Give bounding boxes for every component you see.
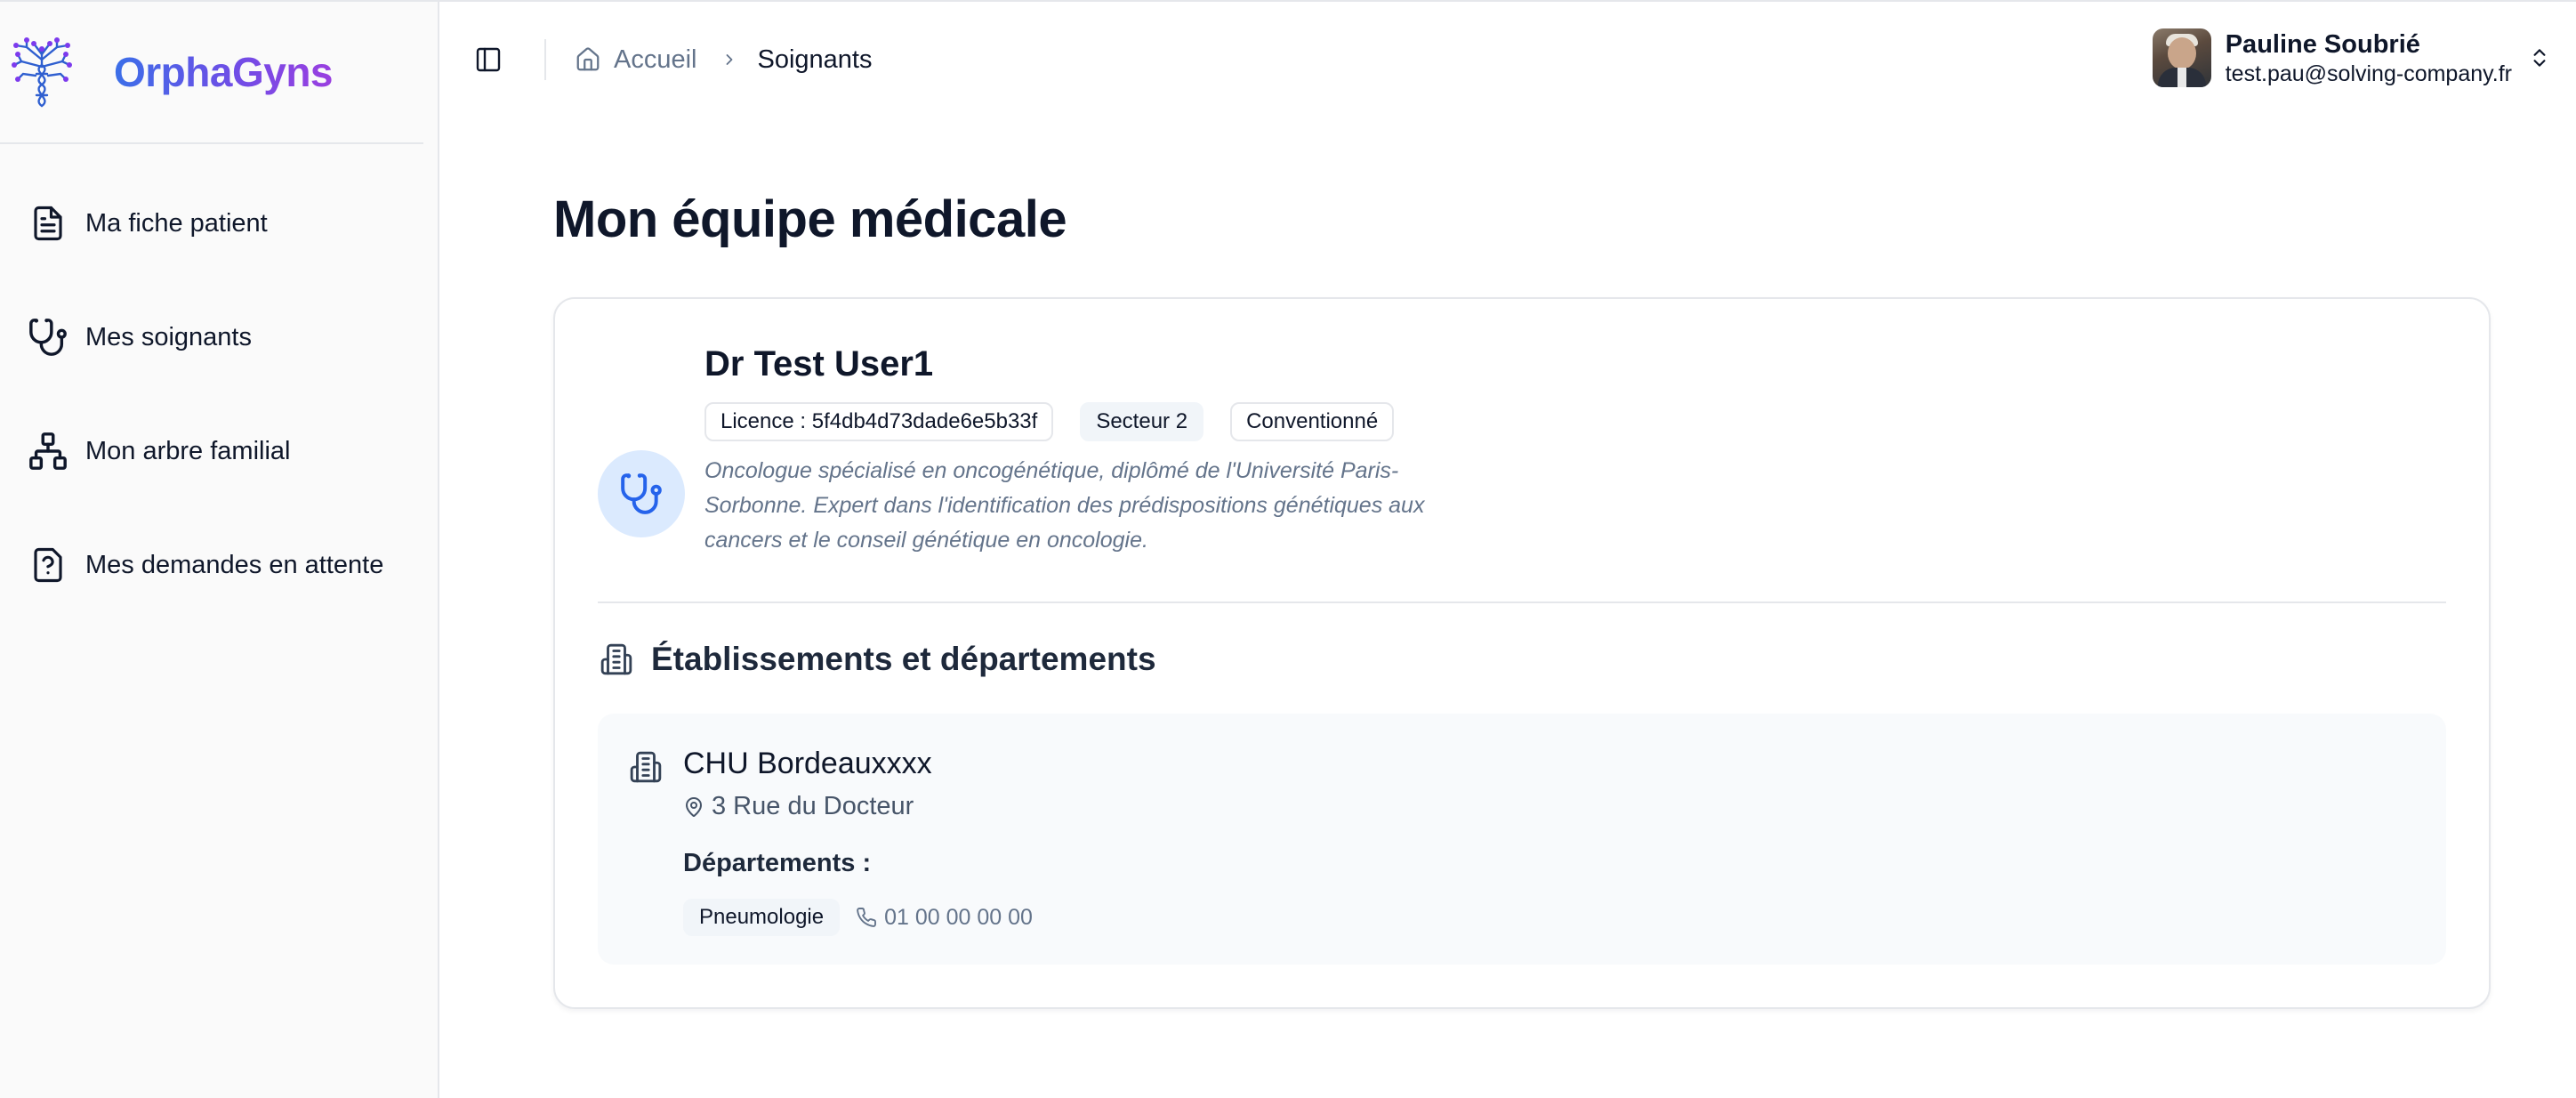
user-menu[interactable]: Pauline Soubrié test.pau@solving-company…: [2152, 28, 2551, 87]
header-divider: [544, 39, 546, 80]
dna-tree-logo-icon: [12, 37, 72, 108]
stethoscope-icon: [27, 316, 69, 359]
main-area: Accueil Soignants Pauline Soubrié test.p…: [439, 2, 2576, 1098]
section-divider: [598, 601, 2446, 603]
sector-badge: Secteur 2: [1080, 402, 1204, 441]
establishments-title: Établissements et départements: [651, 641, 1156, 677]
content: Mon équipe médicale Dr Test User1 Licenc…: [553, 180, 2491, 1009]
building-icon: [598, 641, 635, 678]
establishment-name: CHU Bordeauxxxx: [683, 747, 932, 780]
stethoscope-icon: [598, 450, 685, 537]
sidebar-toggle-button[interactable]: [471, 43, 505, 77]
doctor-card: Dr Test User1 Licence : 5f4db4d73dade6e5…: [553, 297, 2491, 1009]
home-icon: [576, 47, 600, 71]
user-name: Pauline Soubrié: [2225, 30, 2420, 59]
department-badge: Pneumologie: [683, 899, 841, 936]
network-icon: [27, 430, 69, 472]
user-info: Pauline Soubrié test.pau@solving-company…: [2226, 28, 2512, 87]
doctor-details: Dr Test User1 Licence : 5f4db4d73dade6e5…: [704, 342, 1505, 558]
sidebar-nav: Ma fiche patient Mes soignants Mon arbre…: [0, 144, 438, 601]
sidebar-item-caregivers[interactable]: Mes soignants: [25, 301, 423, 374]
establishment-item: CHU Bordeauxxxx 3 Rue du Docteur Départe…: [598, 714, 2446, 965]
sidebar-item-pending-requests[interactable]: Mes demandes en attente: [25, 529, 423, 601]
breadcrumb-home-link[interactable]: Accueil: [575, 45, 697, 75]
phone-number: 01 00 00 00 00: [884, 904, 1033, 930]
file-question-icon: [27, 544, 69, 586]
doctor-name: Dr Test User1: [704, 344, 934, 383]
sidebar-item-label: Ma fiche patient: [85, 208, 268, 238]
establishments-header: Établissements et départements: [598, 637, 2446, 682]
chevron-right-icon: [720, 51, 738, 69]
doctor-description: Oncologue spécialisé en oncogénétique, d…: [704, 458, 1425, 553]
topbar: Accueil Soignants Pauline Soubrié test.p…: [439, 2, 2576, 116]
breadcrumb: Accueil Soignants: [575, 41, 873, 78]
panel-left-icon: [476, 47, 501, 72]
app-shell: OrphaGyns Ma fiche patient Mes soignants: [0, 0, 2576, 1098]
breadcrumb-current: Soignants: [757, 44, 873, 74]
sidebar-item-family-tree[interactable]: Mon arbre familial: [25, 415, 423, 488]
map-pin-icon: [686, 796, 702, 817]
departments-list: Pneumologie 01 00 00 00 00: [683, 899, 1033, 936]
building-icon: [626, 747, 665, 787]
address-text: 3 Rue du Docteur: [712, 792, 914, 820]
chevrons-up-down-icon: [2533, 49, 2546, 67]
sidebar-item-label: Mes demandes en attente: [85, 550, 384, 579]
file-text-icon: [27, 202, 69, 245]
phone-icon: [857, 908, 877, 927]
departments-label: Départements :: [683, 849, 872, 877]
brand-name: OrphaGyns: [114, 49, 334, 95]
breadcrumb-home-label: Accueil: [614, 44, 697, 74]
department-phone: 01 00 00 00 00: [856, 905, 1033, 931]
brand[interactable]: OrphaGyns: [0, 2, 423, 144]
sidebar: OrphaGyns Ma fiche patient Mes soignants: [0, 2, 439, 1098]
user-email: test.pau@solving-company.fr: [2225, 61, 2512, 86]
doctor-info: Dr Test User1 Licence : 5f4db4d73dade6e5…: [598, 342, 2446, 555]
establishment-address: 3 Rue du Docteur: [683, 792, 914, 821]
avatar: [2152, 28, 2211, 87]
doctor-badges: Licence : 5f4db4d73dade6e5b33f Secteur 2…: [704, 402, 1505, 441]
license-badge: Licence : 5f4db4d73dade6e5b33f: [704, 402, 1054, 441]
convention-badge: Conventionné: [1230, 402, 1395, 441]
sidebar-item-label: Mes soignants: [85, 322, 252, 351]
sidebar-item-patient-file[interactable]: Ma fiche patient: [25, 187, 423, 260]
page-title: Mon équipe médicale: [553, 190, 1067, 248]
sidebar-item-label: Mon arbre familial: [85, 436, 291, 465]
